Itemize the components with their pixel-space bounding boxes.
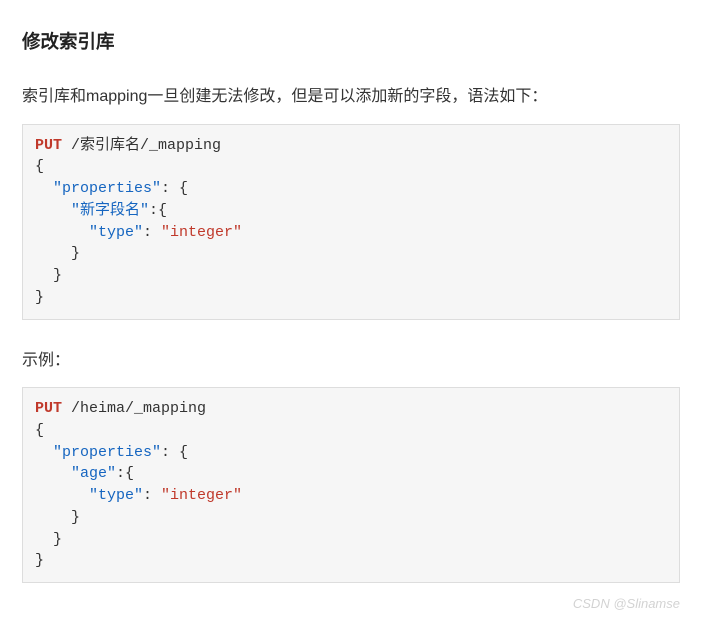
punc: : { <box>161 180 188 197</box>
http-path: /heima/_mapping <box>62 400 206 417</box>
brace: { <box>35 158 44 175</box>
http-path: /索引库名/_mapping <box>62 137 221 154</box>
http-method: PUT <box>35 400 62 417</box>
brace: } <box>35 289 44 306</box>
brace: } <box>35 552 44 569</box>
brace: } <box>35 509 80 526</box>
json-key-type: "type" <box>89 487 143 504</box>
watermark: CSDN @Slinamse <box>573 596 680 611</box>
code-block-syntax: PUT /索引库名/_mapping { "properties": { "新字… <box>22 124 680 320</box>
brace: } <box>35 245 80 262</box>
brace: } <box>35 531 62 548</box>
punc: : <box>143 487 161 504</box>
json-key-field: "age" <box>71 465 116 482</box>
section-heading: 修改索引库 <box>22 28 680 54</box>
json-value-integer: "integer" <box>161 224 242 241</box>
brace: { <box>35 422 44 439</box>
json-value-integer: "integer" <box>161 487 242 504</box>
http-method: PUT <box>35 137 62 154</box>
json-key-type: "type" <box>89 224 143 241</box>
punc: : { <box>161 444 188 461</box>
example-label: 示例： <box>22 348 680 374</box>
punc: :{ <box>116 465 134 482</box>
punc: :{ <box>149 202 167 219</box>
json-key-field: "新字段名" <box>71 202 149 219</box>
json-key-properties: "properties" <box>53 444 161 461</box>
intro-paragraph: 索引库和mapping一旦创建无法修改，但是可以添加新的字段，语法如下： <box>22 84 680 110</box>
code-block-example: PUT /heima/_mapping { "properties": { "a… <box>22 387 680 583</box>
brace: } <box>35 267 62 284</box>
punc: : <box>143 224 161 241</box>
json-key-properties: "properties" <box>53 180 161 197</box>
